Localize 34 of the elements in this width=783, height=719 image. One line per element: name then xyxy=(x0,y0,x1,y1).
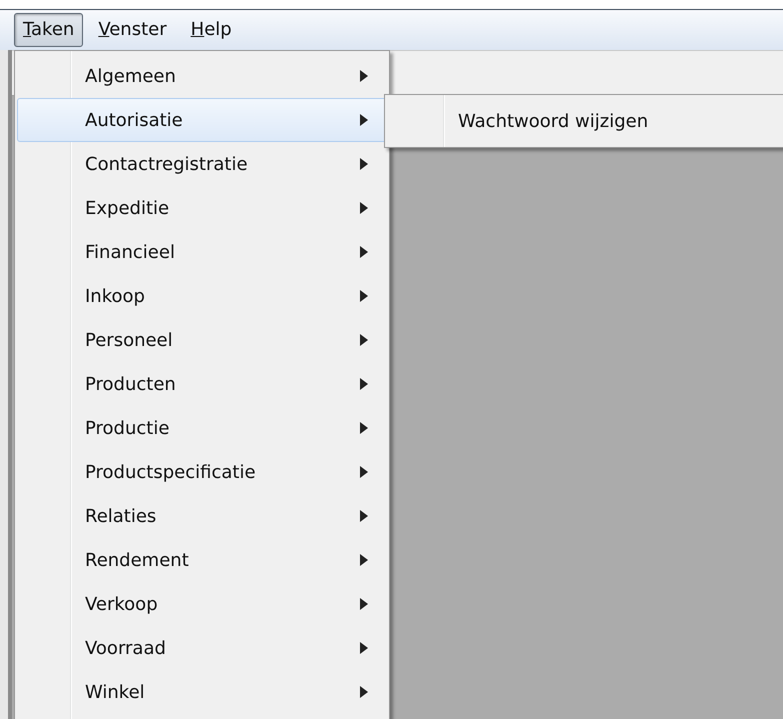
submenu-arrow-icon xyxy=(360,554,368,566)
menu-item[interactable]: Wachtwoord wijzigen xyxy=(387,98,783,144)
submenu-arrow-icon xyxy=(360,642,368,654)
submenu-arrow-icon xyxy=(360,70,368,82)
submenu-arrow-icon xyxy=(360,246,368,258)
menu-item[interactable]: Financieel xyxy=(17,230,387,274)
menu-item[interactable]: Personeel xyxy=(17,318,387,362)
menu-item[interactable]: Verkoop xyxy=(17,582,387,626)
menu-item[interactable]: Algemeen xyxy=(17,54,387,98)
submenu-arrow-icon xyxy=(360,114,368,126)
submenu-arrow-icon xyxy=(360,290,368,302)
submenu-arrow-icon xyxy=(360,510,368,522)
submenu-arrow-icon xyxy=(360,466,368,478)
menu-item[interactable]: Rendement xyxy=(17,538,387,582)
submenu-arrow-icon xyxy=(360,598,368,610)
submenu-arrow-icon xyxy=(360,158,368,170)
menu-item[interactable]: Expeditie xyxy=(17,186,387,230)
menu-bar-item[interactable]: Help xyxy=(182,13,241,47)
menu-item[interactable]: Producten xyxy=(17,362,387,406)
submenu-arrow-icon xyxy=(360,334,368,346)
menu-item[interactable]: Productspecificatie xyxy=(17,450,387,494)
menu-item[interactable]: Contactregistratie xyxy=(17,142,387,186)
submenu-arrow-icon xyxy=(360,378,368,390)
menu-bar-item[interactable]: Venster xyxy=(89,13,176,47)
menu-item[interactable]: Inkoop xyxy=(17,274,387,318)
menu-item[interactable]: Relaties xyxy=(17,494,387,538)
menu-bar-item[interactable]: Taken xyxy=(14,13,84,47)
menu-item[interactable]: Winkel xyxy=(17,670,387,714)
menu-item[interactable]: Productie xyxy=(17,406,387,450)
submenu-arrow-icon xyxy=(360,686,368,698)
submenu-arrow-icon xyxy=(360,202,368,214)
submenu-arrow-icon xyxy=(360,422,368,434)
menu-item[interactable]: Autorisatie xyxy=(17,98,387,142)
menu-item[interactable]: Voorraad xyxy=(17,626,387,670)
